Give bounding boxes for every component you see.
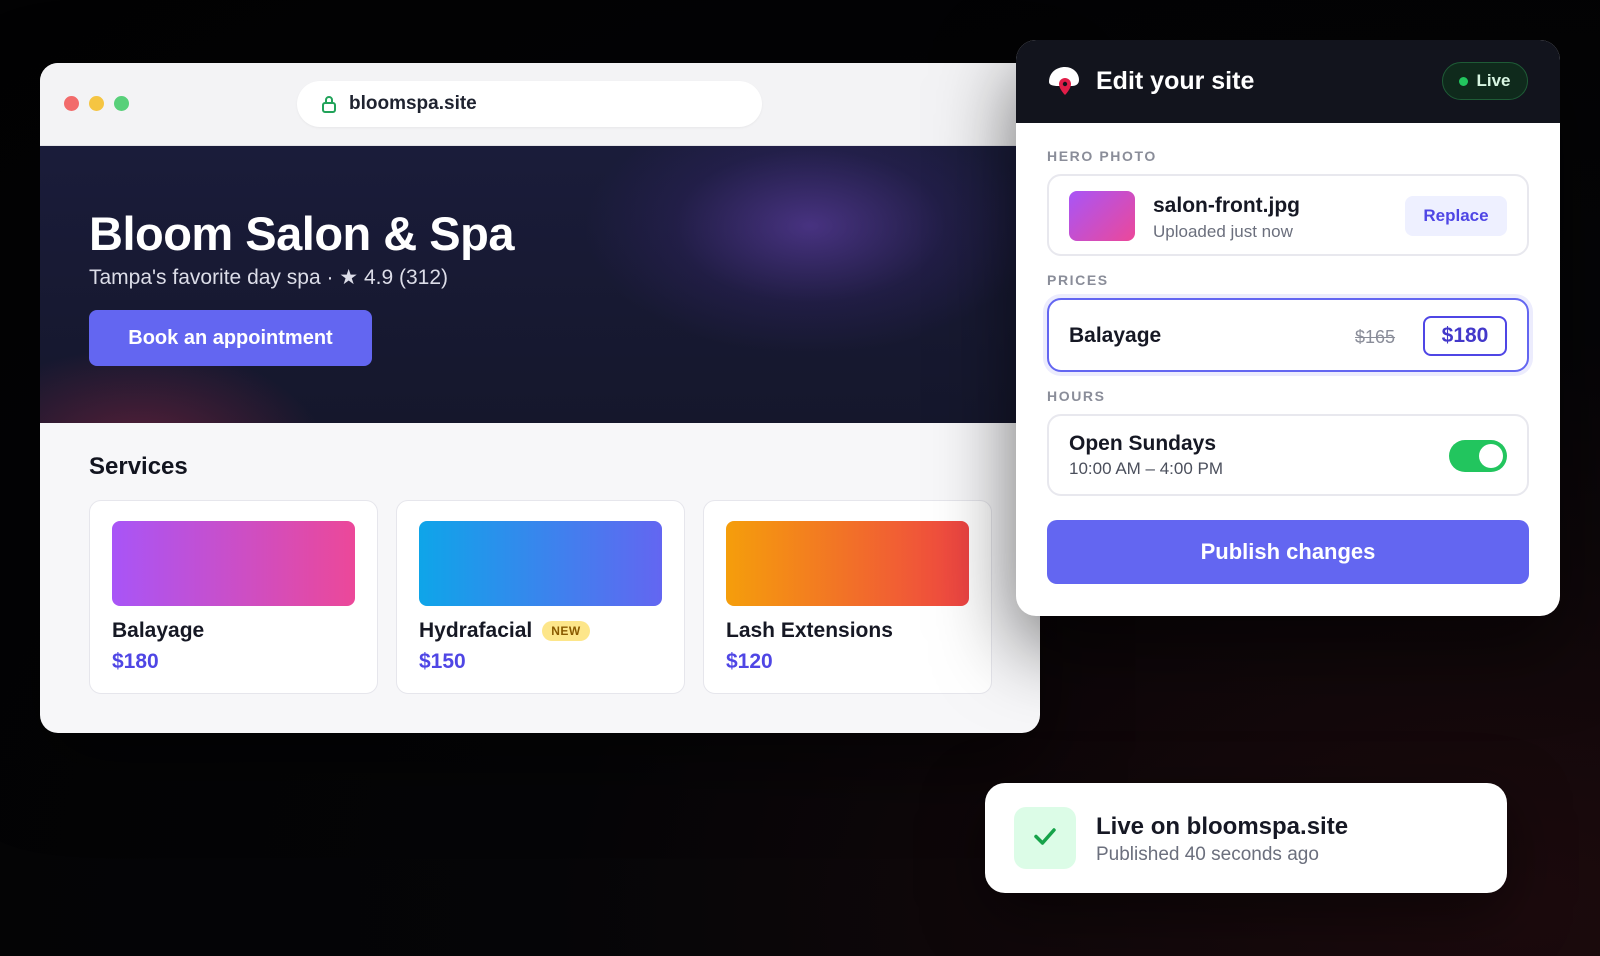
price-item-name: Balayage	[1069, 324, 1162, 347]
hours-title: Open Sundays	[1069, 432, 1217, 455]
live-dot-icon	[1459, 76, 1469, 86]
service-name-text: Balayage	[112, 619, 205, 642]
edit-site-panel: Edit your site Live HERO PHOTO salon-fro…	[1016, 40, 1560, 616]
service-card-hydrafacial[interactable]: Hydrafacial NEW $150	[396, 500, 685, 694]
minimize-window-button[interactable]	[89, 96, 104, 111]
live-status-text: Live	[1476, 71, 1511, 90]
check-icon-container	[1014, 807, 1076, 869]
toast-subtitle: Published 40 seconds ago	[1096, 844, 1319, 865]
prices-label: PRICES	[1047, 272, 1109, 288]
publish-success-toast: Live on bloomspa.site Published 40 secon…	[985, 783, 1507, 893]
publish-changes-button[interactable]: Publish changes	[1047, 520, 1529, 584]
service-price: $120	[726, 650, 773, 673]
address-bar[interactable]: bloomspa.site	[297, 81, 762, 127]
services-heading: Services	[89, 453, 188, 480]
service-name: Balayage	[112, 619, 204, 643]
open-sundays-toggle[interactable]	[1449, 440, 1507, 472]
check-icon	[1030, 821, 1060, 856]
toggle-knob	[1479, 444, 1503, 468]
browser-chrome: bloomspa.site	[40, 63, 1040, 146]
service-image	[112, 521, 355, 606]
service-price: $150	[419, 650, 466, 673]
service-card-lash-extensions[interactable]: Lash Extensions $120	[703, 500, 992, 694]
hours-label: HOURS	[1047, 388, 1106, 404]
editor-header: Edit your site Live	[1016, 40, 1560, 123]
close-window-button[interactable]	[64, 96, 79, 111]
url-text: bloomspa.site	[349, 93, 477, 114]
window-controls	[64, 96, 129, 111]
service-price: $180	[112, 650, 159, 673]
hours-range: 10:00 AM – 4:00 PM	[1069, 459, 1224, 478]
replace-photo-button[interactable]: Replace	[1405, 196, 1507, 236]
hours-box: Open Sundays 10:00 AM – 4:00 PM	[1047, 414, 1529, 496]
new-price-input[interactable]: $180	[1423, 316, 1507, 356]
browser-window: bloomspa.site Bloom Salon & Spa Tampa's …	[40, 63, 1040, 733]
file-name: salon-front.jpg	[1153, 194, 1300, 217]
hero-photo-box: salon-front.jpg Uploaded just now Replac…	[1047, 174, 1529, 256]
editor-title: Edit your site	[1096, 67, 1255, 95]
service-name: Lash Extensions	[726, 619, 893, 643]
service-name-text: Hydrafacial	[419, 619, 533, 642]
maximize-window-button[interactable]	[114, 96, 129, 111]
map-pin-logo-icon	[1046, 64, 1082, 100]
old-price: $165	[1355, 327, 1396, 347]
hero-section: Bloom Salon & Spa Tampa's favorite day s…	[40, 146, 1040, 423]
service-card-balayage[interactable]: Balayage $180	[89, 500, 378, 694]
book-appointment-button[interactable]: Book an appointment	[89, 310, 372, 366]
new-badge: NEW	[542, 621, 590, 641]
service-name-text: Lash Extensions	[726, 619, 893, 642]
hero-subtitle: Tampa's favorite day spa · ★ 4.9 (312)	[89, 266, 448, 289]
file-status: Uploaded just now	[1153, 222, 1293, 241]
lock-icon	[321, 95, 337, 113]
live-status-badge: Live	[1442, 62, 1528, 100]
service-image	[726, 521, 969, 606]
service-image	[419, 521, 662, 606]
service-name: Hydrafacial NEW	[419, 619, 590, 643]
price-editor-row: Balayage $165 $180	[1047, 298, 1529, 372]
hero-photo-label: HERO PHOTO	[1047, 148, 1157, 164]
hero-photo-thumbnail	[1069, 191, 1135, 241]
services-list: Balayage $180 Hydrafacial NEW $150 Lash …	[89, 500, 992, 694]
hero-title: Bloom Salon & Spa	[89, 207, 515, 260]
toast-title: Live on bloomspa.site	[1096, 813, 1349, 840]
